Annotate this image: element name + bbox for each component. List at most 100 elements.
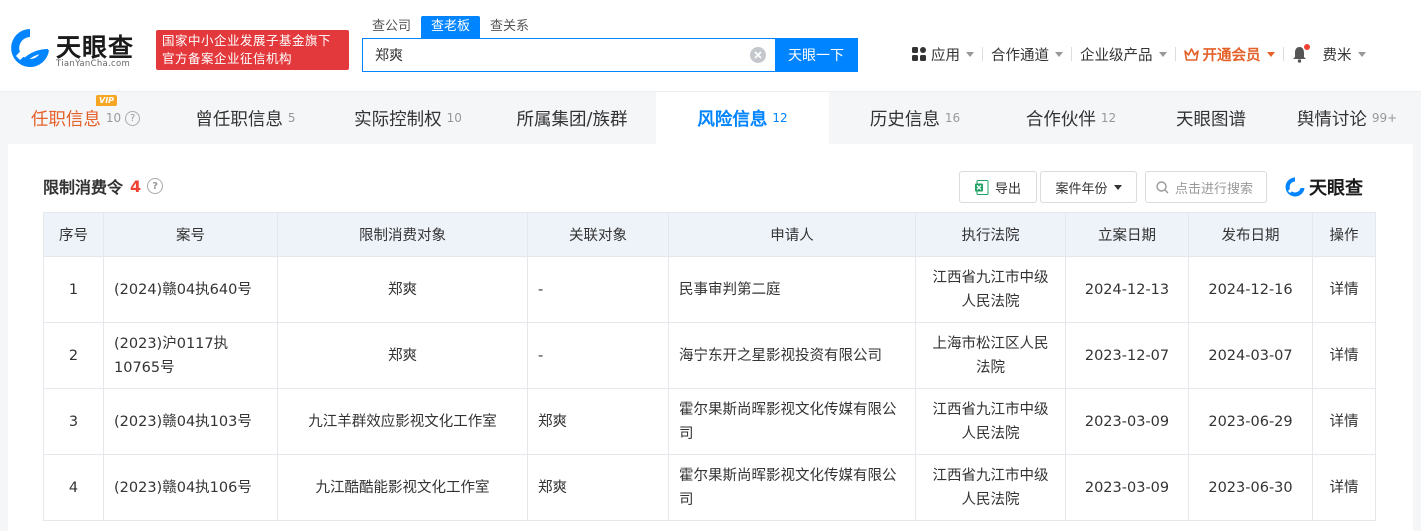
chevron-down-icon [1357,51,1366,57]
column-header: 案号 [103,212,278,257]
applicant-link[interactable]: 霍尔果斯尚晖影视文化传媒有限公司 [668,388,916,455]
tab-label: 所属集团/族群 [516,109,628,130]
tab-actual-control[interactable]: 实际控制权 10 [328,92,488,144]
chevron-down-icon [1055,51,1063,57]
case-number-link[interactable]: (2023)沪0117执10765号 [103,322,278,389]
tab-count: 5 [287,111,296,125]
tab-count: 16 [944,111,961,125]
nav-enterprise[interactable]: 企业级产品 [1072,44,1175,65]
related-party: - [527,322,669,389]
search-tab-relation[interactable]: 查关系 [480,16,539,38]
tab-partners[interactable]: 合作伙伴 12 [1001,92,1141,144]
brand-watermark-label: 天眼查 [1309,178,1363,199]
case-year-label: 案件年份 [1055,181,1108,197]
chevron-down-icon [1113,184,1122,190]
section-title: 限制消费令 4 ? [43,174,164,198]
tab-label: 历史信息 [869,109,940,130]
related-party: 郑爽 [527,454,669,521]
details-link[interactable]: 详情 [1312,454,1376,521]
related-party: - [527,256,669,323]
table-row: 1 (2024)赣04执640号 郑爽 - 民事审判第二庭 江西省九江市中级人民… [43,256,1376,323]
case-number-link[interactable]: (2023)赣04执103号 [103,388,278,455]
table-row: 3 (2023)赣04执103号 九江羊群效应影视文化工作室 郑爽 霍尔果斯尚晖… [43,388,1376,455]
case-number-link[interactable]: (2024)赣04执640号 [103,256,278,323]
publish-date: 2023-06-29 [1188,388,1313,455]
nav-channels-label: 合作通道 [991,47,1049,64]
section-search-input[interactable]: 点击进行搜索 [1145,171,1267,203]
tab-label: 风险信息 [697,109,768,130]
nav-enterprise-label: 企业级产品 [1080,47,1153,64]
court: 江西省九江市中级人民法院 [915,256,1066,323]
nav-channels[interactable]: 合作通道 [983,44,1071,65]
column-header: 限制消费对象 [277,212,528,257]
details-link[interactable]: 详情 [1312,322,1376,389]
tab-label: 任职信息 [30,109,101,130]
tab-count: 10 [446,111,462,125]
nav-user[interactable]: 费米 [1315,44,1374,65]
nav-notifications[interactable] [1284,43,1315,63]
search-tab-company[interactable]: 查公司 [362,16,421,38]
nav-apps[interactable]: 应用 [904,44,982,65]
applicant-link[interactable]: 海宁东开之星影视投资有限公司 [668,322,916,389]
tab-former-positions[interactable]: 曾任职信息 5 [163,92,328,144]
brand-watermark: 天眼查 [1284,174,1363,200]
applicant: 民事审判第二庭 [668,256,916,323]
details-link[interactable]: 详情 [1312,256,1376,323]
case-year-dropdown[interactable]: 案件年份 [1040,171,1137,203]
filing-date: 2024-12-13 [1065,256,1189,323]
clear-search-icon[interactable] [741,39,775,71]
table-row: 2 (2023)沪0117执10765号 郑爽 - 海宁东开之星影视投资有限公司… [43,322,1376,389]
tab-label: 实际控制权 [354,109,442,130]
tab-label: 合作伙伴 [1025,109,1096,130]
tab-count: 99+ [1371,111,1398,125]
row-number: 3 [43,388,104,455]
publish-date: 2024-03-07 [1188,322,1313,389]
nav-vip-label: 开通会员 [1202,47,1261,64]
applicant-link[interactable]: 霍尔果斯尚晖影视文化传媒有限公司 [668,454,916,521]
apps-grid-icon [912,47,926,61]
table-row: 4 (2023)赣04执106号 九江酷酷能影视文化工作室 郑爽 霍尔果斯尚晖影… [43,454,1376,521]
notification-dot [1303,43,1310,50]
chevron-down-icon [1158,51,1167,57]
restricted-target-link[interactable]: 九江酷酷能影视文化工作室 [277,454,528,521]
top-nav: 应用 合作通道 企业级产品 开通会员 费米 [904,42,1374,66]
filing-date: 2023-03-09 [1065,454,1189,521]
table-header-row: 序号 案号 限制消费对象 关联对象 申请人 执行法院 立案日期 发布日期 操作 [43,212,1376,257]
logo-mark-icon [11,29,49,67]
nav-vip[interactable]: 开通会员 [1176,44,1283,65]
search-type-tabs: 查公司 查老板 查关系 [362,16,539,38]
tab-public-opinion[interactable]: 舆情讨论 99+ [1281,92,1413,144]
column-header: 操作 [1312,212,1376,257]
tab-group[interactable]: 所属集团/族群 [488,92,656,144]
section-count: 4 [130,176,142,196]
court: 江西省九江市中级人民法院 [915,454,1066,521]
tab-positions[interactable]: 任职信息 10 ? VIP [8,92,163,144]
logo-domain: TianYanCha.com [56,59,131,69]
tab-history[interactable]: 历史信息 16 [829,92,1001,144]
tab-label: 舆情讨论 [1296,109,1367,130]
help-icon[interactable]: ? [125,110,141,126]
badge-line-2: 官方备案企业征信机构 [162,51,293,66]
section-title-label: 限制消费令 [43,178,124,197]
crown-icon [1183,47,1199,61]
search-input[interactable] [363,39,741,71]
search-button[interactable]: 天眼一下 [775,39,857,71]
site-logo[interactable]: 天眼查 TianYanCha.com [8,26,148,74]
search-tab-boss[interactable]: 查老板 [421,16,481,38]
tab-graph[interactable]: 天眼图谱 [1141,92,1281,144]
tab-label: 曾任职信息 [195,109,283,130]
export-button[interactable]: 导出 [959,171,1037,203]
restricted-target-link[interactable]: 九江羊群效应影视文化工作室 [277,388,528,455]
case-number-link[interactable]: (2023)赣04执106号 [103,454,278,521]
details-link[interactable]: 详情 [1312,388,1376,455]
chevron-down-icon [1266,51,1275,57]
row-number: 4 [43,454,104,521]
filing-date: 2023-03-09 [1065,388,1189,455]
column-header: 申请人 [668,212,916,257]
chevron-down-icon [966,51,974,57]
help-icon[interactable]: ? [147,178,164,194]
tab-risk[interactable]: 风险信息 12 [656,92,829,144]
restricted-target: 郑爽 [277,256,528,323]
content-panel: 限制消费令 4 ? 导出 案件年份 点击进行搜索 天眼查 序号 案号 限制消费对… [8,144,1413,531]
top-header: 天眼查 TianYanCha.com 国家中小企业发展子基金旗下 官方备案企业征… [0,0,1421,92]
